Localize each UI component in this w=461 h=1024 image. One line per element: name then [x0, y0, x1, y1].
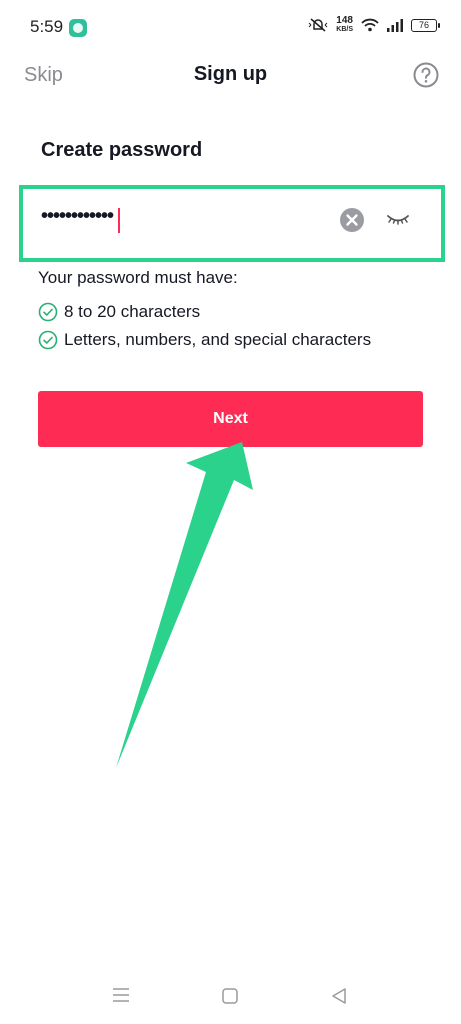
help-icon[interactable]	[413, 62, 439, 88]
app-notification-icon	[69, 19, 87, 37]
check-circle-icon	[38, 330, 58, 350]
status-time: 5:59	[30, 17, 64, 36]
status-bar: 5:59 148 KB/S 76	[0, 0, 461, 52]
next-button[interactable]: Next	[38, 391, 423, 447]
password-field-highlight: ••••••••••••	[19, 185, 445, 262]
text-caret	[118, 208, 120, 233]
mute-icon	[308, 17, 328, 33]
home-icon[interactable]	[221, 987, 239, 1005]
password-input[interactable]: ••••••••••••	[23, 189, 441, 258]
requirement-label: 8 to 20 characters	[64, 302, 201, 321]
menu-icon[interactable]	[112, 988, 130, 1002]
requirement-label: Letters, numbers, and special characters	[64, 330, 372, 349]
check-circle-icon	[38, 302, 58, 322]
back-icon[interactable]	[330, 987, 348, 1005]
wifi-icon	[361, 18, 379, 32]
eye-closed-icon[interactable]	[386, 212, 410, 228]
requirements-title: Your password must have:	[38, 268, 238, 287]
requirement-item: Letters, numbers, and special characters	[38, 330, 371, 350]
net-speed-value: 148	[336, 15, 353, 26]
section-title: Create password	[41, 139, 203, 161]
clear-icon[interactable]	[339, 207, 365, 233]
page-title: Sign up	[193, 63, 268, 85]
net-speed-unit: KB/S	[336, 26, 353, 33]
requirement-item: 8 to 20 characters	[38, 302, 200, 322]
signal-icon	[387, 18, 403, 32]
status-icons: 148 KB/S 76	[308, 16, 440, 34]
battery-icon: 76	[411, 18, 440, 32]
net-speed: 148 KB/S	[336, 16, 353, 34]
password-value: ••••••••••••	[41, 205, 114, 227]
navigation-bar	[0, 978, 461, 1018]
